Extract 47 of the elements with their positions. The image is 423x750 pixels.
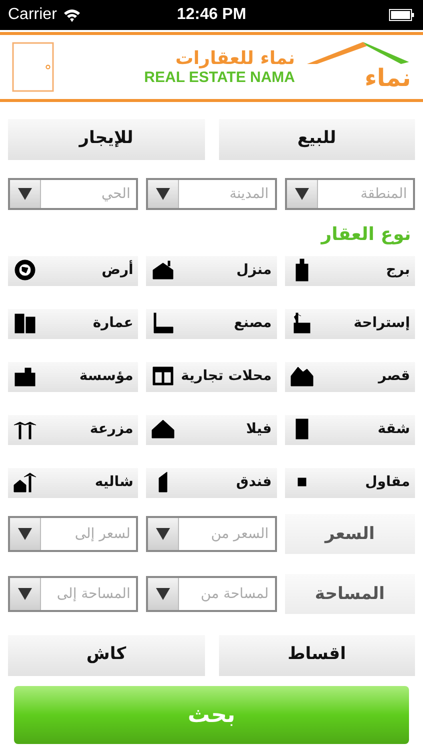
range-label: السعر (284, 514, 415, 554)
caret-icon (155, 587, 172, 601)
property-type-button[interactable]: شاليه (8, 465, 138, 498)
dropdown-arrow-button[interactable] (148, 518, 180, 550)
payment-button[interactable]: اقساط (218, 632, 415, 676)
payment-button[interactable]: كاش (8, 632, 204, 676)
dropdown-arrow-button[interactable] (148, 180, 180, 208)
property-type-button[interactable]: أرض (8, 253, 138, 286)
caret-icon (17, 587, 34, 601)
dropdown-arrow-button[interactable] (148, 578, 180, 610)
property-type-button[interactable]: مؤسسة (8, 359, 138, 392)
property-type-button[interactable]: مصنع (146, 306, 277, 339)
property-type-button[interactable]: فندق (146, 465, 277, 498)
caret-icon (155, 527, 172, 541)
property-type-button[interactable]: مزرعة (8, 412, 138, 445)
clock-time: 12:46 PM (176, 6, 248, 24)
globe-icon (13, 258, 38, 282)
house-icon (151, 258, 176, 282)
property-type-button[interactable]: مقاول (284, 465, 415, 498)
deal-button[interactable]: للبيع (218, 116, 415, 160)
section-title: نوع العقار (320, 224, 411, 245)
brand-title: نماء للعقارات (175, 48, 295, 69)
brand-subtitle: REAL ESTATE NAMA (144, 69, 295, 86)
caret-icon (17, 187, 34, 201)
caret-icon (155, 187, 172, 201)
caret-icon (294, 187, 310, 201)
battery-icon (389, 9, 416, 21)
property-type-button[interactable]: برج (284, 253, 415, 286)
range-label: المساحة (284, 574, 415, 614)
property-type-button[interactable]: إستراحة (284, 306, 415, 339)
property-type-button[interactable]: منزل (146, 253, 277, 286)
carrier-label: Carrier (8, 6, 57, 24)
property-type-button[interactable]: محلات تجارية (146, 359, 277, 392)
dropdown-arrow-button[interactable] (286, 180, 318, 208)
property-type-button[interactable]: فيلا (146, 412, 277, 445)
deal-button[interactable]: للإيجار (8, 116, 204, 160)
dropdown-arrow-button[interactable] (10, 518, 42, 550)
caret-icon (17, 527, 34, 541)
property-type-button[interactable]: عمارة (8, 306, 138, 339)
dropdown-arrow-button[interactable] (10, 578, 42, 610)
dropdown-arrow-button[interactable] (10, 180, 42, 208)
wifi-icon (62, 8, 81, 22)
building-icon (13, 310, 38, 334)
logo-text: نماء (364, 64, 411, 92)
property-type-button[interactable]: قصر (284, 359, 415, 392)
shops-icon (151, 364, 176, 388)
property-type-button[interactable]: شقة (284, 412, 415, 445)
